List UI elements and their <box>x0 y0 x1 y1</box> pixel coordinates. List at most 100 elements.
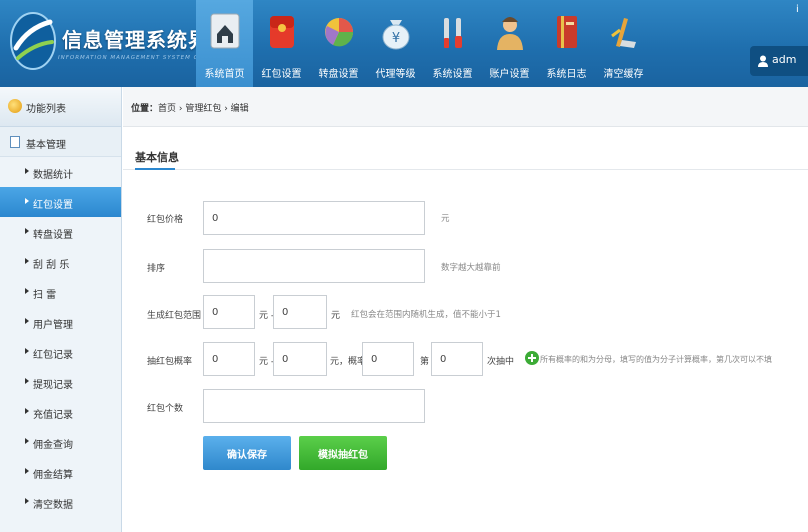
breadcrumb-text: 位置：首页 › 管理红包 › 编辑 <box>131 101 249 114</box>
nav-account-settings[interactable]: 账户设置 <box>481 0 538 87</box>
add-icon[interactable] <box>525 351 539 365</box>
breadcrumb-prefix: 位置： <box>131 104 159 114</box>
sidebar-item-label: 充值记录 <box>33 410 73 421</box>
sidebar-group-label: 基本管理 <box>26 140 66 151</box>
range-label: 生成红包范围 <box>147 311 202 321</box>
probability-label: 抽红包概率 <box>147 357 193 367</box>
main-content: 位置：首页 › 管理红包 › 编辑 基本信息 红包价格 元 排序 数字越大越靠前… <box>123 87 808 532</box>
range-max-input[interactable] <box>273 295 327 329</box>
red-envelope-icon <box>269 16 294 48</box>
nav-label: 系统首页 <box>204 69 245 80</box>
nav-label: 代理等级 <box>375 69 416 80</box>
sidebar-item-withdraw-records[interactable]: 提现记录 <box>0 367 121 397</box>
section-title: 基本信息 <box>135 151 179 164</box>
sidebar-item-envelope-records[interactable]: 红包记录 <box>0 337 121 367</box>
arrow-right-icon <box>25 258 29 264</box>
money-bag-icon: ¥ <box>382 20 409 50</box>
sidebar-item-label: 提现记录 <box>33 380 73 391</box>
range-hint: 红包会在范围内随机生成，值不能小于1 <box>351 310 501 320</box>
user-menu[interactable]: adm <box>750 46 808 76</box>
clear-cache-icon <box>610 18 636 48</box>
nav-system-settings[interactable]: 系统设置 <box>424 0 481 87</box>
sidebar-item-label: 数据统计 <box>33 170 73 181</box>
sidebar-item-label: 清空数据 <box>33 500 73 511</box>
range-min-input[interactable] <box>203 295 255 329</box>
corner-text: i <box>796 4 799 15</box>
sidebar-item-commission-query[interactable]: 佣金查询 <box>0 427 121 457</box>
simulate-button[interactable]: 模拟抽红包 <box>299 436 387 470</box>
prob-max-input[interactable] <box>273 342 327 376</box>
logo-icon <box>10 12 56 70</box>
nav-label: 转盘设置 <box>318 69 359 80</box>
sidebar-item-label: 刮 刮 乐 <box>33 260 70 271</box>
prob-nth-suffix: 次抽中 <box>487 357 515 367</box>
nav-home[interactable]: 系统首页 <box>196 0 253 87</box>
prob-rate-input[interactable] <box>362 342 414 376</box>
svg-text:¥: ¥ <box>391 31 399 46</box>
arrow-right-icon <box>25 228 29 234</box>
prob-min-input[interactable] <box>203 342 255 376</box>
sidebar-group-basic[interactable]: 基本管理 <box>0 127 121 157</box>
sort-label: 排序 <box>147 264 166 274</box>
sidebar-item-label: 红包设置 <box>33 200 73 211</box>
sidebar-item-users[interactable]: 用户管理 <box>0 307 121 337</box>
sort-input[interactable] <box>203 249 425 283</box>
nav-label: 清空缓存 <box>603 69 644 80</box>
arrow-right-icon <box>25 468 29 474</box>
top-header: 信息管理系统界面 INFORMATION MANAGEMENT SYSTEM G… <box>0 0 808 87</box>
sort-hint: 数字越大越靠前 <box>441 263 501 273</box>
prob-nth-input[interactable] <box>431 342 483 376</box>
sidebar-item-minesweeper[interactable]: 扫 雷 <box>0 277 121 307</box>
user-icon <box>758 55 768 67</box>
sidebar-item-red-envelope[interactable]: 红包设置 <box>0 187 121 217</box>
user-account-icon <box>496 17 523 50</box>
sidebar-header: 功能列表 <box>0 87 121 127</box>
top-nav: 系统首页 红包设置 转盘设置 ¥ 代理等级 系统设置 账户设置 系统日志 清空缓… <box>196 0 652 87</box>
arrow-right-icon <box>25 288 29 294</box>
nav-wheel[interactable]: 转盘设置 <box>310 0 367 87</box>
price-label: 红包价格 <box>147 215 184 225</box>
function-list-icon <box>8 99 22 113</box>
document-icon <box>10 136 20 148</box>
sidebar-item-label: 扫 雷 <box>33 290 57 301</box>
prob-rate-label: 元，概率 <box>330 357 367 367</box>
save-button[interactable]: 确认保存 <box>203 436 291 470</box>
sidebar-item-scratch[interactable]: 刮 刮 乐 <box>0 247 121 277</box>
arrow-right-icon <box>25 408 29 414</box>
admin-page: 信息管理系统界面 INFORMATION MANAGEMENT SYSTEM G… <box>0 0 808 532</box>
app-subtitle: INFORMATION MANAGEMENT SYSTEM GUI <box>58 55 207 61</box>
user-name: adm <box>772 53 797 66</box>
probability-hint: 所有概率的和为分母，填写的值为分子计算概率，第几次可以不填 <box>540 355 772 364</box>
arrow-right-icon <box>25 378 29 384</box>
prob-nth-label: 第 <box>420 357 430 367</box>
price-input[interactable] <box>203 201 425 235</box>
sidebar-item-label: 转盘设置 <box>33 230 73 241</box>
arrow-right-icon <box>25 438 29 444</box>
home-icon <box>210 13 239 49</box>
pie-wheel-icon <box>324 18 353 47</box>
nav-red-envelope[interactable]: 红包设置 <box>253 0 310 87</box>
sidebar-item-commission-settle[interactable]: 佣金结算 <box>0 457 121 487</box>
nav-system-log[interactable]: 系统日志 <box>538 0 595 87</box>
section-accent <box>135 168 175 170</box>
count-input[interactable] <box>203 389 425 423</box>
sidebar-item-clear-data[interactable]: 清空数据 <box>0 487 121 517</box>
nav-agent-level[interactable]: ¥ 代理等级 <box>367 0 424 87</box>
sidebar-item-statistics[interactable]: 数据统计 <box>0 157 121 187</box>
sidebar-item-wheel[interactable]: 转盘设置 <box>0 217 121 247</box>
sidebar-item-label: 红包记录 <box>33 350 73 361</box>
arrow-right-icon <box>25 198 29 204</box>
arrow-right-icon <box>25 168 29 174</box>
sidebar-item-recharge-records[interactable]: 充值记录 <box>0 397 121 427</box>
nav-label: 系统设置 <box>432 69 473 80</box>
sidebar: 功能列表 基本管理 数据统计 红包设置 转盘设置 刮 刮 乐 扫 雷 用户管理 … <box>0 87 122 532</box>
nav-clear-cache[interactable]: 清空缓存 <box>595 0 652 87</box>
prob-separator: 元 - <box>259 357 275 367</box>
breadcrumb-path[interactable]: 首页 › 管理红包 › 编辑 <box>158 104 249 114</box>
section-divider <box>123 169 808 170</box>
sidebar-header-label: 功能列表 <box>26 104 66 115</box>
nav-label: 账户设置 <box>489 69 530 80</box>
arrow-right-icon <box>25 348 29 354</box>
range-separator: 元 - <box>259 311 275 321</box>
arrow-right-icon <box>25 318 29 324</box>
